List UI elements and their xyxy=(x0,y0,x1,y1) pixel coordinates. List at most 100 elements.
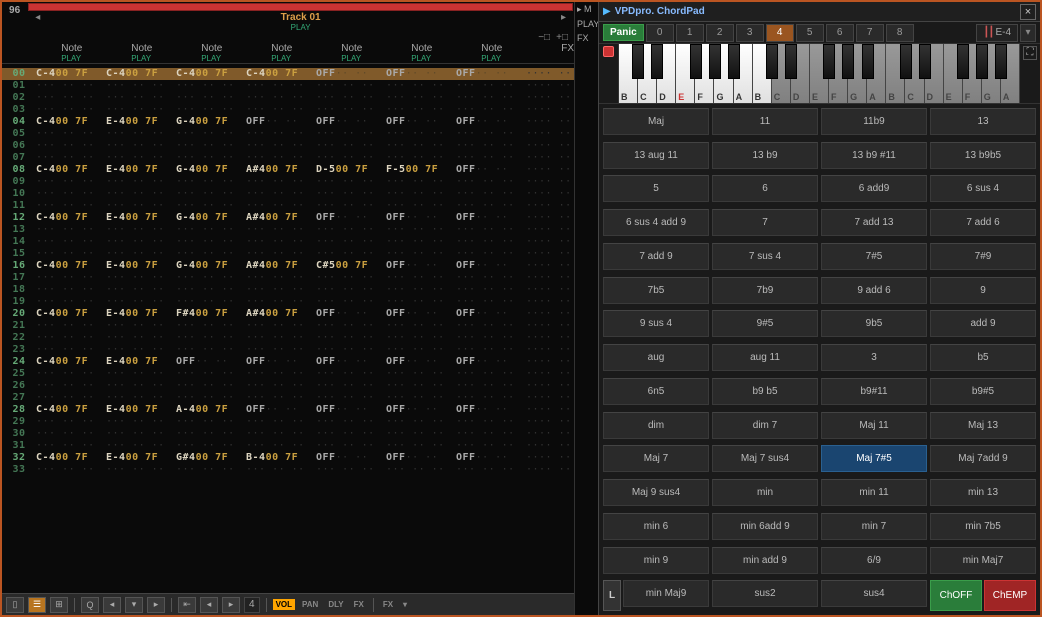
chord-min-7b5[interactable]: min 7b5 xyxy=(930,513,1036,540)
chord-maj[interactable]: Maj xyxy=(603,108,709,135)
pattern-row[interactable]: 03··· ·· ····· ·· ····· ·· ····· ·· ····… xyxy=(2,104,574,116)
preset-8[interactable]: 8 xyxy=(886,24,914,42)
black-key[interactable] xyxy=(995,44,1007,79)
latch-indicator[interactable]: L xyxy=(603,580,621,611)
pattern-row[interactable]: 28C-400 7FE-400 7FA-400 7FOFF·· ··OFF·· … xyxy=(2,404,574,416)
pattern-row[interactable]: 00C-400 7FC-400 7FC-400 7FC-400 7FOFF·· … xyxy=(2,68,574,80)
chord-7[interactable]: 7 xyxy=(712,209,818,236)
pattern-row[interactable]: 31··· ·· ····· ·· ····· ·· ····· ·· ····… xyxy=(2,440,574,452)
preset-7[interactable]: 7 xyxy=(856,24,884,42)
chord-6[interactable]: 6 xyxy=(712,175,818,202)
black-key[interactable] xyxy=(957,44,969,79)
chord-13-b9b5[interactable]: 13 b9b5 xyxy=(930,142,1036,169)
q-button[interactable]: Q xyxy=(81,597,99,613)
pattern-row[interactable]: 16C-400 7FE-400 7FG-400 7FA#400 7FC#500 … xyxy=(2,260,574,272)
btn-a[interactable]: ▯ xyxy=(6,597,24,613)
chord-min-maj7[interactable]: min Maj7 xyxy=(930,547,1036,574)
stepnav-prev[interactable]: ⇤ xyxy=(178,597,196,613)
btn-c[interactable]: ⊞ xyxy=(50,597,68,613)
chord-6-add9[interactable]: 6 add9 xyxy=(821,175,927,202)
chord-aug-11[interactable]: aug 11 xyxy=(712,344,818,371)
chord-9-sus-4[interactable]: 9 sus 4 xyxy=(603,310,709,337)
scroll-strip[interactable] xyxy=(28,3,573,11)
chord-7-sus-4[interactable]: 7 sus 4 xyxy=(712,243,818,270)
chord-maj-7[interactable]: Maj 7 xyxy=(603,445,709,472)
chord-b9-b5[interactable]: b9 b5 xyxy=(712,378,818,405)
chord-maj-7#5[interactable]: Maj 7#5 xyxy=(821,445,927,472)
chord-min-13[interactable]: min 13 xyxy=(930,479,1036,506)
pattern-row[interactable]: 06··· ·· ····· ·· ····· ·· ····· ·· ····… xyxy=(2,140,574,152)
pattern-row[interactable]: 17··· ·· ····· ·· ····· ·· ····· ·· ····… xyxy=(2,272,574,284)
pattern-row[interactable]: 22··· ·· ····· ·· ····· ·· ····· ·· ····… xyxy=(2,332,574,344)
chord-7#9[interactable]: 7#9 xyxy=(930,243,1036,270)
pattern-row[interactable]: 15··· ·· ····· ·· ····· ·· ····· ·· ····… xyxy=(2,248,574,260)
chord-7b5[interactable]: 7b5 xyxy=(603,277,709,304)
chord-dim-7[interactable]: dim 7 xyxy=(712,412,818,439)
track-next-icon[interactable]: ▸ xyxy=(561,12,566,23)
step-drop[interactable]: ▾ xyxy=(125,597,143,613)
vol-tag[interactable]: VOL xyxy=(273,599,295,610)
pattern-row[interactable]: 07··· ·· ····· ·· ····· ·· ····· ·· ····… xyxy=(2,152,574,164)
chord-6-sus-4[interactable]: 6 sus 4 xyxy=(930,175,1036,202)
black-key[interactable] xyxy=(976,44,988,79)
pattern-row[interactable]: 27··· ·· ····· ·· ····· ·· ····· ·· ····… xyxy=(2,392,574,404)
chord-min[interactable]: min xyxy=(712,479,818,506)
fx2-tag[interactable]: FX xyxy=(380,599,396,610)
pattern-row[interactable]: 33··· ·· ····· ·· ····· ·· ····· ·· ····… xyxy=(2,464,574,476)
chord-off-button[interactable]: ChOFF xyxy=(930,580,982,611)
chord-7#5[interactable]: 7#5 xyxy=(821,243,927,270)
chord-empty-button[interactable]: ChEMP xyxy=(984,580,1036,611)
chord-add-9[interactable]: add 9 xyxy=(930,310,1036,337)
chord-dim[interactable]: dim xyxy=(603,412,709,439)
preset-0[interactable]: 0 xyxy=(646,24,674,42)
preset-3[interactable]: 3 xyxy=(736,24,764,42)
chord-min-9[interactable]: min 9 xyxy=(603,547,709,574)
black-key[interactable] xyxy=(862,44,874,79)
black-key[interactable] xyxy=(651,44,663,79)
black-key[interactable] xyxy=(842,44,854,79)
chord-9#5[interactable]: 9#5 xyxy=(712,310,818,337)
chord-sus2[interactable]: sus2 xyxy=(712,580,818,607)
stepnav-r[interactable]: ▸ xyxy=(222,597,240,613)
pattern-row[interactable]: 10··· ·· ····· ·· ····· ·· ····· ·· ····… xyxy=(2,188,574,200)
pattern-row[interactable]: 19··· ·· ····· ·· ····· ·· ····· ·· ····… xyxy=(2,296,574,308)
preset-2[interactable]: 2 xyxy=(706,24,734,42)
chord-11[interactable]: 11 xyxy=(712,108,818,135)
pattern-row[interactable]: 05··· ·· ····· ·· ····· ·· ····· ·· ····… xyxy=(2,128,574,140)
preset-6[interactable]: 6 xyxy=(826,24,854,42)
chord-9b5[interactable]: 9b5 xyxy=(821,310,927,337)
pattern-row[interactable]: 02··· ·· ····· ·· ····· ·· ····· ·· ····… xyxy=(2,92,574,104)
chord-min-11[interactable]: min 11 xyxy=(821,479,927,506)
chord-aug[interactable]: aug xyxy=(603,344,709,371)
pan-tag[interactable]: PAN xyxy=(299,599,321,610)
step-value[interactable]: 4 xyxy=(244,597,260,613)
pattern-row[interactable]: 21··· ·· ····· ·· ····· ·· ····· ·· ····… xyxy=(2,320,574,332)
pattern-row[interactable]: 04C-400 7FE-400 7FG-400 7FOFF·· ··OFF·· … xyxy=(2,116,574,128)
chord-6/9[interactable]: 6/9 xyxy=(821,547,927,574)
black-key[interactable] xyxy=(900,44,912,79)
chord-9-add-6[interactable]: 9 add 6 xyxy=(821,277,927,304)
fx-tag[interactable]: FX xyxy=(351,599,367,610)
column-play[interactable]: PLAY xyxy=(271,54,341,63)
btn-b[interactable]: ☰ xyxy=(28,597,46,613)
preset-5[interactable]: 5 xyxy=(796,24,824,42)
fx2-drop[interactable]: ▾ xyxy=(400,599,410,610)
track-prev-icon[interactable]: ◂ xyxy=(35,12,40,23)
pattern-row[interactable]: 13··· ·· ····· ·· ····· ·· ····· ·· ····… xyxy=(2,224,574,236)
piano-keyboard[interactable]: BCDEFGABCDEFGABCDEFGA xyxy=(619,44,1020,103)
column-play[interactable]: PLAY xyxy=(341,54,411,63)
chord-7-add-9[interactable]: 7 add 9 xyxy=(603,243,709,270)
pattern-row[interactable]: 25··· ·· ····· ·· ····· ·· ····· ·· ····… xyxy=(2,368,574,380)
pattern-row[interactable]: 29··· ·· ····· ·· ····· ·· ····· ·· ····… xyxy=(2,416,574,428)
remove-column[interactable]: −□ xyxy=(538,32,550,43)
chord-7-add-6[interactable]: 7 add 6 xyxy=(930,209,1036,236)
step-next[interactable]: ▸ xyxy=(147,597,165,613)
chord-9[interactable]: 9 xyxy=(930,277,1036,304)
chord-min-7[interactable]: min 7 xyxy=(821,513,927,540)
black-key[interactable] xyxy=(766,44,778,79)
chord-maj-9-sus4[interactable]: Maj 9 sus4 xyxy=(603,479,709,506)
pattern-row[interactable]: 11··· ·· ····· ·· ····· ·· ····· ·· ····… xyxy=(2,200,574,212)
chord-min-6add-9[interactable]: min 6add 9 xyxy=(712,513,818,540)
chord-13-b9[interactable]: 13 b9 xyxy=(712,142,818,169)
column-play[interactable]: PLAY xyxy=(201,54,271,63)
